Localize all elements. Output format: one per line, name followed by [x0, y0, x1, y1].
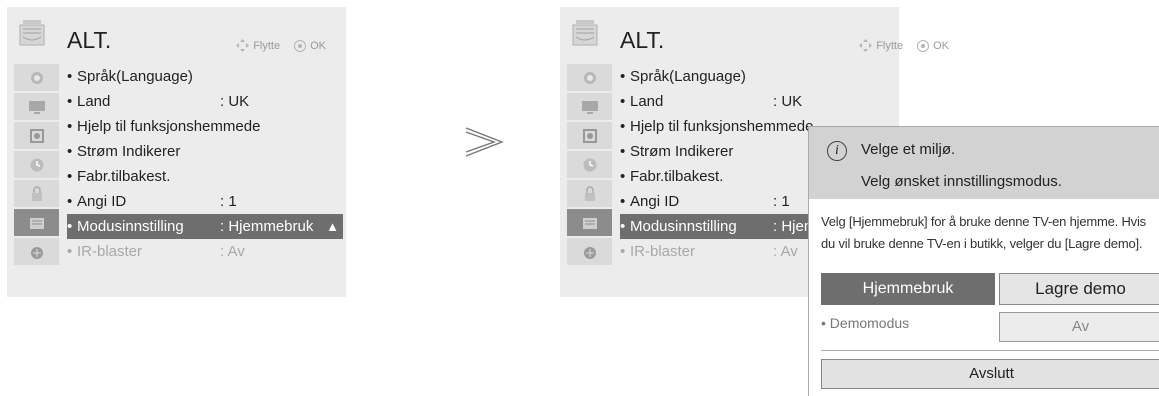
ok-button-icon — [917, 39, 930, 52]
menu-item-language[interactable]: • Språk(Language) — [67, 64, 342, 89]
menu-item-power-indicator[interactable]: • Strøm Indikerer — [67, 139, 342, 164]
hint-move-label: Flytte — [253, 39, 281, 52]
sidebar-network[interactable] — [14, 238, 59, 265]
demo-mode-label: • Demomodus — [821, 315, 910, 331]
audio-icon — [29, 128, 44, 143]
sidebar-network[interactable] — [567, 238, 612, 265]
sidebar-option[interactable] — [14, 209, 59, 236]
menu-item-label: Fabr.tilbakest. — [77, 168, 171, 185]
hint-ok-label: OK — [933, 39, 949, 52]
demo-mode-value: Av — [999, 312, 1159, 342]
menu-item-label: Modusinnstilling — [77, 218, 184, 235]
info-icon: i — [827, 141, 847, 161]
navigation-hint: Flytte OK — [859, 39, 949, 52]
menu-item-factory-reset[interactable]: • Fabr.tilbakest. — [67, 164, 342, 189]
dialog-title: Velge et miljø. — [861, 141, 956, 158]
dialog-subtitle: Velg ønsket innstillingsmodus. — [861, 173, 1062, 190]
option-icon — [582, 217, 597, 229]
network-icon — [583, 246, 596, 259]
menu-item-country[interactable]: • Land: UK — [67, 89, 342, 114]
menu-item-language[interactable]: • Språk(Language) — [620, 64, 895, 89]
menu-list: • Språk(Language) • Land: UK • Hjelp til fu… — [67, 64, 343, 264]
navigation-hint: Flytte OK — [236, 39, 326, 52]
sidebar-audio[interactable] — [567, 122, 612, 149]
menu-item-label: IR-blaster — [630, 243, 696, 260]
menu-item-label: Strøm Indikerer — [630, 143, 734, 160]
sidebar-audio[interactable] — [14, 122, 59, 149]
menu-item-label: Angi ID — [630, 193, 680, 210]
category-sidebar — [14, 64, 59, 267]
menu-item-label: Hjelp til funksjonshemmede — [630, 118, 814, 135]
dialog-description: Velg [Hjemmebruk] for å bruke denne TV-e… — [821, 214, 1146, 251]
hint-move-label: Flytte — [876, 39, 904, 52]
menu-item-value: : 1 — [220, 193, 237, 210]
move-arrows-icon — [236, 39, 250, 52]
menu-item-label: Fabr.tilbakest. — [630, 168, 724, 185]
menu-item-accessibility[interactable]: • Hjelp til funksjonshemmede — [67, 114, 342, 139]
menu-item-ir-blaster: • IR-blaster: Av — [67, 239, 342, 264]
menu-title: ALT. — [67, 27, 112, 53]
picture-icon — [30, 71, 43, 84]
menu-item-mode-setting[interactable]: • Modusinnstilling: Hjemmebruk ▲︎ — [67, 214, 343, 239]
menu-header: ALT. Flytte OK — [7, 7, 346, 63]
clock-icon — [583, 158, 596, 171]
move-arrows-icon — [859, 39, 873, 52]
ok-button-icon — [294, 39, 307, 52]
audio-icon — [582, 128, 597, 143]
menu-item-label: Hjelp til funksjonshemmede — [77, 118, 261, 135]
monitor-icon — [581, 100, 598, 114]
monitor-icon — [28, 100, 45, 114]
menu-title: ALT. — [620, 27, 665, 53]
menu-item-label: IR-blaster — [77, 243, 143, 260]
sidebar-option[interactable] — [567, 209, 612, 236]
hint-ok-label: OK — [310, 39, 326, 52]
clock-icon — [30, 158, 43, 171]
option-icon — [29, 217, 44, 229]
up-down-arrow-icon: ▲︎ — [326, 219, 339, 234]
lock-icon — [584, 185, 595, 201]
menu-item-label: Strøm Indikerer — [77, 143, 181, 160]
option-icon — [572, 20, 598, 46]
menu-item-value: : Av — [773, 243, 798, 260]
menu-item-label: Land — [77, 93, 111, 110]
sidebar-lock[interactable] — [14, 180, 59, 207]
network-icon — [30, 246, 43, 259]
divider — [821, 350, 1159, 351]
mode-setting-dialog: i Velge et miljø. Velg ønsket innstillin… — [808, 126, 1159, 396]
menu-item-label: Modusinnstilling — [630, 218, 737, 235]
menu-item-label: Språk(Language) — [77, 68, 193, 85]
menu-item-set-id[interactable]: • Angi ID: 1 — [67, 189, 342, 214]
menu-header: ALT. Flytte OK — [560, 7, 949, 63]
menu-item-value: : 1 — [773, 193, 790, 210]
sidebar-picture[interactable] — [567, 64, 612, 91]
sidebar-monitor[interactable] — [14, 93, 59, 120]
menu-item-value: : Av — [220, 243, 245, 260]
option-icon — [19, 20, 45, 46]
menu-item-value: : UK — [773, 93, 803, 110]
dialog-header: i Velge et miljø. Velg ønsket innstillin… — [809, 127, 1159, 199]
menu-item-value: : Hjemmebruk — [220, 218, 314, 235]
menu-item-label: Land — [630, 93, 664, 110]
next-step-arrow-icon — [465, 127, 504, 157]
home-use-button[interactable]: Hjemmebruk — [821, 273, 995, 305]
sidebar-clock[interactable] — [567, 151, 612, 178]
sidebar-clock[interactable] — [14, 151, 59, 178]
menu-item-country[interactable]: • Land: UK — [620, 89, 895, 114]
picture-icon — [583, 71, 596, 84]
lock-icon — [31, 185, 42, 201]
menu-item-value: : UK — [220, 93, 250, 110]
store-demo-button[interactable]: Lagre demo — [999, 273, 1159, 305]
category-sidebar — [567, 64, 612, 267]
menu-item-label: Angi ID — [77, 193, 127, 210]
sidebar-monitor[interactable] — [567, 93, 612, 120]
sidebar-lock[interactable] — [567, 180, 612, 207]
sidebar-picture[interactable] — [14, 64, 59, 91]
menu-item-label: Språk(Language) — [630, 68, 746, 85]
exit-button[interactable]: Avslutt — [821, 359, 1159, 389]
left-menu-panel: ALT. Flytte OK • Språk(Language) • Land: U… — [7, 7, 346, 297]
